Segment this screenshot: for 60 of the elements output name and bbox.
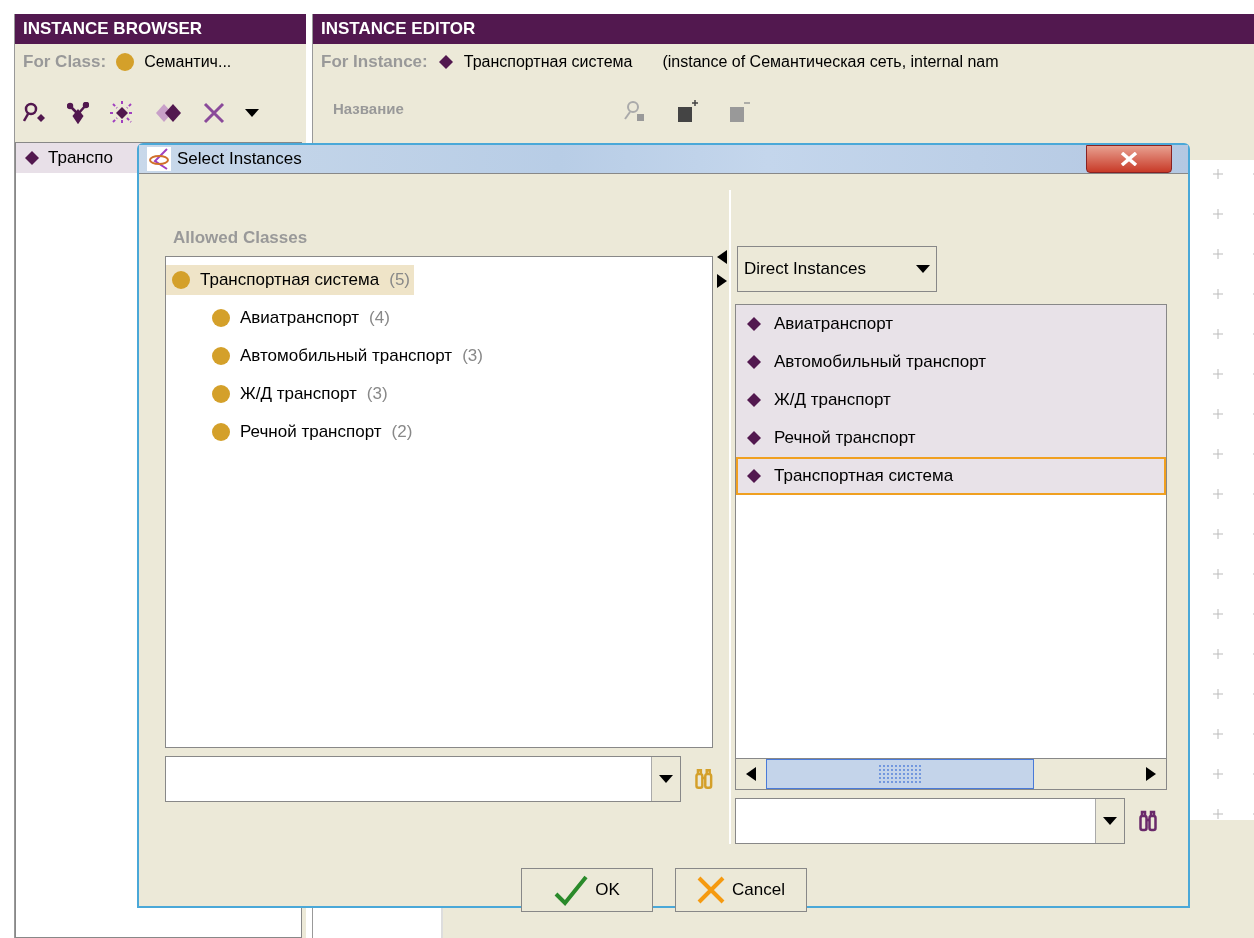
class-dot-icon: [212, 385, 230, 403]
tree-item[interactable]: Авиатранспорт (4): [206, 303, 394, 333]
horizontal-scrollbar[interactable]: [736, 758, 1166, 789]
binoculars-icon[interactable]: [1139, 810, 1157, 832]
class-dot-icon: [212, 309, 230, 327]
list-item[interactable]: Речной транспорт: [736, 419, 1166, 457]
right-arrow-icon[interactable]: [1146, 767, 1156, 781]
list-item[interactable]: Ж/Д транспорт: [736, 381, 1166, 419]
left-arrow-icon[interactable]: [746, 767, 756, 781]
tree-item[interactable]: Автомобильный транспорт (3): [206, 341, 487, 371]
field-label: Название: [333, 100, 405, 117]
diamond-icon: [746, 430, 762, 446]
diamonds-icon[interactable]: [155, 103, 183, 123]
for-class-label: For Class:: [23, 52, 107, 72]
delete-icon[interactable]: [203, 102, 225, 124]
left-arrow-icon[interactable]: [717, 250, 727, 264]
ok-button[interactable]: OK: [520, 868, 653, 912]
right-arrow-icon[interactable]: [717, 274, 727, 288]
instance-info: (instance of Семантическая сеть, internal nam: [662, 53, 999, 71]
caret-icon: [245, 109, 259, 117]
view-dropdown[interactable]: Direct Instances: [737, 246, 937, 292]
grip-icon: [878, 764, 922, 784]
caret-icon: [1103, 817, 1117, 825]
class-dot-icon: [172, 271, 190, 289]
for-instance-label: For Instance:: [321, 52, 428, 72]
cross-icon: [696, 875, 727, 905]
sparkle-diamond-icon[interactable]: [109, 100, 135, 126]
diamond-icon: [746, 392, 762, 408]
diamond-icon: [24, 150, 40, 166]
hierarchy-icon[interactable]: [67, 102, 89, 124]
caret-icon: [916, 265, 930, 273]
class-name: Семантич...: [144, 53, 232, 71]
panel-header: INSTANCE EDITOR: [313, 14, 1254, 44]
close-button[interactable]: [1086, 145, 1172, 173]
diamond-icon: [746, 354, 762, 370]
search-combo-field[interactable]: [165, 756, 682, 802]
tree-item[interactable]: Речной транспорт (2): [206, 417, 417, 447]
section-caption: Allowed Classes: [172, 227, 309, 249]
list-item[interactable]: Транспортная система: [736, 457, 1166, 495]
diamond-icon: [746, 316, 762, 332]
list-item[interactable]: Автомобильный транспорт: [736, 343, 1166, 381]
checkmark-icon: [553, 874, 590, 906]
tree-item[interactable]: Ж/Д транспорт (3): [206, 379, 392, 409]
search-icon[interactable]: [23, 102, 47, 124]
diamond-icon: [437, 54, 454, 70]
cancel-button[interactable]: Cancel: [674, 868, 807, 912]
panel-header: INSTANCE BROWSER: [15, 14, 306, 44]
diamond-icon: [746, 468, 762, 484]
app-logo-icon: [147, 147, 171, 171]
search-combo-field[interactable]: [735, 798, 1125, 844]
class-dot-icon: [116, 53, 135, 71]
add-icon[interactable]: [677, 100, 699, 122]
caret-icon: [659, 775, 674, 783]
dialog-title: Select Instances: [177, 149, 303, 169]
class-dot-icon: [212, 347, 230, 365]
list-item[interactable]: Авиатранспорт: [736, 305, 1166, 343]
tree-item[interactable]: Транспортная система (5): [166, 265, 414, 295]
close-icon: [1120, 152, 1138, 166]
class-dot-icon: [212, 423, 230, 441]
instance-name: Транспортная система: [463, 53, 633, 71]
